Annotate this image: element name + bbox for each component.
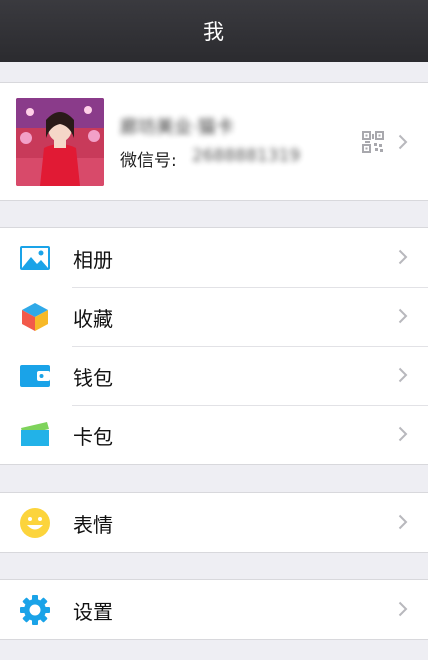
wallet-icon — [19, 360, 51, 392]
chevron-right-icon — [398, 308, 408, 324]
menu-item-card-wallet[interactable]: 卡包 — [0, 405, 428, 464]
favorites-icon — [19, 301, 51, 333]
menu-item-stickers[interactable]: 表情 — [0, 493, 428, 552]
profile-name: 廊坊美业·猫卡 — [120, 117, 234, 138]
sticker-smile-icon — [19, 507, 51, 539]
chevron-right-icon — [398, 514, 408, 530]
chevron-right-icon — [398, 249, 408, 265]
menu-group-3: 设置 — [0, 579, 428, 640]
profile-card[interactable]: 廊坊美业·猫卡 微信号: 2688881319 — [0, 82, 428, 201]
menu-group-1: 相册 收藏 钱包 卡包 — [0, 227, 428, 465]
settings-gear-icon — [19, 594, 51, 626]
menu-item-album[interactable]: 相册 — [0, 228, 428, 287]
menu-group-2: 表情 — [0, 492, 428, 553]
menu-item-label: 表情 — [73, 513, 113, 537]
menu-item-label: 收藏 — [73, 307, 113, 331]
card-wallet-icon — [19, 419, 51, 451]
chevron-right-icon — [398, 601, 408, 617]
menu-item-favorites[interactable]: 收藏 — [0, 287, 428, 346]
wechat-id-value: 2688881319 — [192, 146, 301, 166]
top-navigation-bar: 我 — [0, 0, 428, 62]
menu-item-label: 钱包 — [73, 366, 113, 390]
album-icon — [19, 242, 51, 274]
menu-item-label: 卡包 — [73, 425, 113, 449]
chevron-right-icon — [398, 367, 408, 383]
menu-item-wallet[interactable]: 钱包 — [0, 346, 428, 405]
menu-item-settings[interactable]: 设置 — [0, 580, 428, 639]
chevron-right-icon — [398, 426, 408, 442]
avatar[interactable] — [16, 98, 104, 186]
wechat-id-label: 微信号: — [120, 151, 177, 171]
menu-item-label: 设置 — [73, 600, 113, 624]
menu-item-label: 相册 — [73, 248, 113, 272]
chevron-right-icon — [398, 134, 408, 150]
page-title: 我 — [203, 20, 225, 44]
qr-code-icon[interactable] — [362, 131, 384, 153]
